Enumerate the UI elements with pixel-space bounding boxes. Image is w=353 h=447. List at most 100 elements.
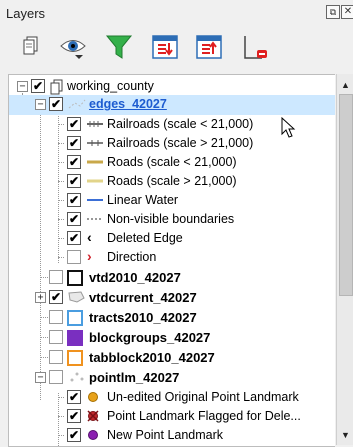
tree-guide — [40, 277, 48, 278]
legend-checkbox[interactable]: ✔ — [67, 117, 81, 131]
remove-layer-icon[interactable] — [240, 32, 270, 62]
filter-legend-icon[interactable] — [104, 32, 134, 62]
layer-checkbox[interactable] — [49, 270, 63, 284]
add-group-icon[interactable] — [18, 32, 48, 62]
legend-checkbox[interactable]: ✔ — [67, 409, 81, 423]
legend-item-roads-small[interactable]: ✔ Roads (scale < 21,000) — [9, 153, 335, 173]
layer-checkbox[interactable] — [49, 350, 63, 364]
collapse-toggle[interactable]: − — [17, 81, 28, 92]
layer-row-vtd2010[interactable]: vtd2010_42027 — [9, 268, 335, 288]
group-icon — [49, 79, 69, 95]
layer-checkbox[interactable] — [49, 370, 63, 384]
legend-item-deleted-edge[interactable]: ✔ ‹ Deleted Edge — [9, 229, 335, 249]
legend-item-new-landmark[interactable]: ✔ New Point Landmark — [9, 426, 335, 446]
visibility-eye-icon[interactable] — [58, 32, 88, 62]
group-checkbox[interactable]: ✔ — [31, 79, 45, 93]
deleted-edge-icon: ‹ — [87, 229, 92, 245]
tree-guide — [58, 162, 64, 163]
legend-checkbox[interactable]: ✔ — [67, 155, 81, 169]
legend-label: Point Landmark Flagged for Dele... — [107, 409, 301, 423]
tree-guide — [58, 200, 64, 201]
legend-label: Railroads (scale < 21,000) — [107, 117, 254, 131]
tree-guide — [58, 143, 64, 144]
layer-row-vtdcurrent[interactable]: + ✔ vtdcurrent_42027 — [9, 288, 335, 308]
collapse-all-icon[interactable] — [194, 32, 224, 62]
legend-checkbox[interactable]: ✔ — [67, 174, 81, 188]
tree-guide — [40, 357, 48, 358]
legend-label: Railroads (scale > 21,000) — [107, 136, 254, 150]
layer-row-edges[interactable]: − ✔ edges_42027 — [9, 95, 335, 115]
legend-checkbox[interactable] — [67, 250, 81, 264]
tree-guide — [58, 416, 64, 417]
legend-item-flagged-landmark[interactable]: ✔ Point Landmark Flagged for Dele... — [9, 407, 335, 427]
legend-item-linear-water[interactable]: ✔ Linear Water — [9, 191, 335, 211]
legend-item-direction[interactable]: › Direction — [9, 248, 335, 268]
legend-label: Linear Water — [107, 193, 179, 207]
layer-label: blockgroups_42027 — [89, 330, 211, 345]
railroad-symbol-icon — [85, 117, 105, 131]
road-symbol-icon — [85, 155, 105, 169]
legend-checkbox[interactable]: ✔ — [67, 193, 81, 207]
legend-label: Deleted Edge — [107, 231, 183, 245]
line-layer-icon — [67, 97, 87, 111]
layer-row-pointlm[interactable]: − pointlm_42027 — [9, 368, 335, 388]
layer-checkbox[interactable]: ✔ — [49, 97, 63, 111]
direction-arrow-icon: › — [87, 248, 92, 264]
legend-label: Non-visible boundaries — [107, 212, 235, 226]
railroad-symbol-icon — [85, 136, 105, 150]
layer-row-tracts2010[interactable]: tracts2010_42027 — [9, 308, 335, 328]
legend-item-unedited-landmark[interactable]: ✔ Un-edited Original Point Landmark — [9, 388, 335, 408]
expand-toggle[interactable]: + — [35, 292, 46, 303]
float-panel-icon[interactable]: ⧉ — [326, 5, 340, 19]
polygon-swatch-icon — [67, 330, 87, 346]
panel-titlebar: Layers ⧉ ✕ — [0, 0, 353, 26]
road-symbol-icon — [85, 174, 105, 188]
tree-guide — [58, 219, 64, 220]
legend-item-nonvisible[interactable]: ✔ Non-visible boundaries — [9, 210, 335, 230]
legend-checkbox[interactable]: ✔ — [67, 390, 81, 404]
legend-label: Un-edited Original Point Landmark — [107, 390, 299, 404]
layer-row-blockgroups[interactable]: blockgroups_42027 — [9, 328, 335, 348]
tree-group-working-county[interactable]: − ✔ working_county — [9, 77, 335, 97]
legend-item-roads-large[interactable]: ✔ Roads (scale > 21,000) — [9, 172, 335, 192]
layer-label: edges_42027 — [89, 97, 167, 111]
tree-guide — [58, 181, 64, 182]
mouse-pointer-icon — [281, 116, 297, 139]
collapse-toggle[interactable]: − — [35, 99, 46, 110]
layer-checkbox[interactable] — [49, 310, 63, 324]
tree-guide — [40, 317, 48, 318]
flagged-marker-icon — [85, 409, 105, 423]
tree-guide — [58, 257, 64, 258]
polygon-outline-icon — [67, 270, 87, 286]
tree-guide — [58, 435, 64, 436]
panel-title: Layers — [6, 6, 46, 21]
expand-all-icon[interactable] — [150, 32, 180, 62]
layer-checkbox[interactable] — [49, 330, 63, 344]
close-panel-icon[interactable]: ✕ — [341, 5, 353, 19]
layer-label: pointlm_42027 — [89, 370, 180, 385]
tree-guide — [58, 397, 64, 398]
layer-checkbox[interactable]: ✔ — [49, 290, 63, 304]
layer-label: vtd2010_42027 — [89, 270, 181, 285]
layers-toolbar — [0, 26, 353, 68]
tree-scrollbar[interactable]: ▲ ▼ — [336, 74, 353, 445]
collapse-toggle[interactable]: − — [35, 372, 46, 383]
layer-label: vtdcurrent_42027 — [89, 290, 197, 305]
point-marker-icon — [85, 428, 105, 442]
legend-checkbox[interactable]: ✔ — [67, 428, 81, 442]
legend-checkbox[interactable]: ✔ — [67, 231, 81, 245]
dashed-line-icon — [85, 212, 105, 226]
legend-label: New Point Landmark — [107, 428, 224, 442]
legend-checkbox[interactable]: ✔ — [67, 212, 81, 226]
legend-label: Roads (scale > 21,000) — [107, 174, 237, 188]
layer-row-tabblock2010[interactable]: tabblock2010_42027 — [9, 348, 335, 368]
polygon-swatch-icon — [67, 350, 87, 366]
water-line-icon — [85, 193, 105, 207]
scroll-down-icon[interactable]: ▼ — [337, 430, 353, 442]
legend-label: Roads (scale < 21,000) — [107, 155, 237, 169]
polygon-layer-icon — [67, 290, 87, 304]
legend-checkbox[interactable]: ✔ — [67, 136, 81, 150]
tree-guide — [58, 238, 64, 239]
scroll-up-icon[interactable]: ▲ — [337, 80, 353, 92]
scroll-thumb[interactable] — [339, 94, 353, 296]
